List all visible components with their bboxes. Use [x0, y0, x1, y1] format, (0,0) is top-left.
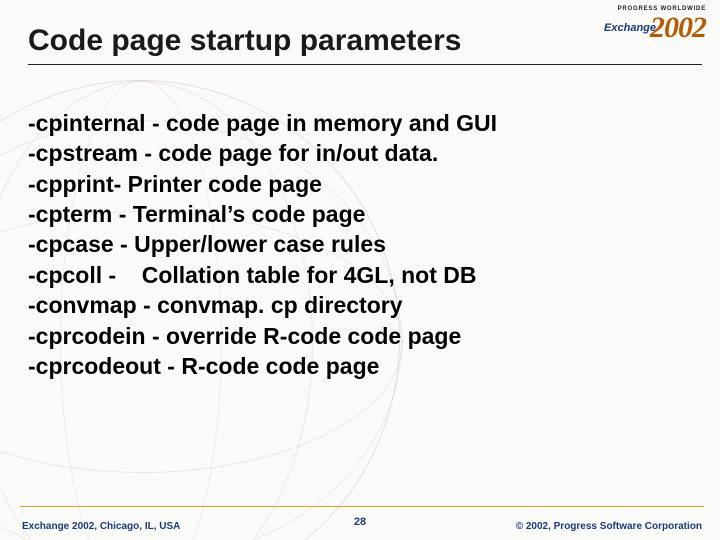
param-desc: - code page in memory and GUI [146, 108, 497, 138]
list-item: -cprcodeout - R-code code page [28, 351, 696, 381]
param-desc: - convmap. cp directory [137, 290, 403, 320]
list-item: -convmap - convmap. cp directory [28, 290, 696, 320]
page-title: Code page startup parameters [28, 24, 461, 58]
param-flag: -cpcoll [28, 260, 102, 290]
footer-left: Exchange 2002, Chicago, IL, USA [22, 521, 180, 532]
footer-rule [20, 506, 704, 507]
list-item: -cpcoll - Collation table for 4GL, not D… [28, 260, 696, 290]
footer-page-number: 28 [354, 516, 366, 528]
param-flag: -cpstream [28, 138, 138, 168]
footer: Exchange 2002, Chicago, IL, USA 28 © 200… [0, 506, 720, 540]
param-flag: -cpterm [28, 199, 112, 229]
list-item: -cpterm - Terminal’s code page [28, 199, 696, 229]
param-desc: - Printer code page [114, 169, 322, 199]
param-desc: - code page for in/out data. [138, 138, 438, 168]
list-item: -cprcodein - override R-code code page [28, 321, 696, 351]
param-desc: - override R-code code page [146, 321, 462, 351]
brand-year: 2002 [650, 11, 706, 44]
param-flag: -cprcodeout [28, 351, 161, 381]
title-underline [28, 64, 702, 65]
brand-word: Exchange [604, 22, 656, 34]
param-flag: -cprcodein [28, 321, 146, 351]
param-flag: -convmap [28, 290, 137, 320]
list-item: -cpstream - code page for in/out data. [28, 138, 696, 168]
param-desc: - Upper/lower case rules [114, 229, 386, 259]
list-item: -cpprint- Printer code page [28, 169, 696, 199]
param-desc: - Collation table for 4GL, not DB [102, 260, 476, 290]
param-flag: -cpcase [28, 229, 114, 259]
param-flag: -cpprint [28, 169, 114, 199]
footer-right: © 2002, Progress Software Corporation [516, 521, 702, 532]
brand-logo: PROGRESS WORLDWIDE Exchange2002 [604, 6, 706, 43]
list-item: -cpinternal - code page in memory and GU… [28, 108, 696, 138]
list-item: -cpcase - Upper/lower case rules [28, 229, 696, 259]
param-desc: - Terminal’s code page [112, 199, 365, 229]
param-flag: -cpinternal [28, 108, 146, 138]
param-desc: - R-code code page [161, 351, 380, 381]
parameter-list: -cpinternal - code page in memory and GU… [28, 108, 696, 381]
